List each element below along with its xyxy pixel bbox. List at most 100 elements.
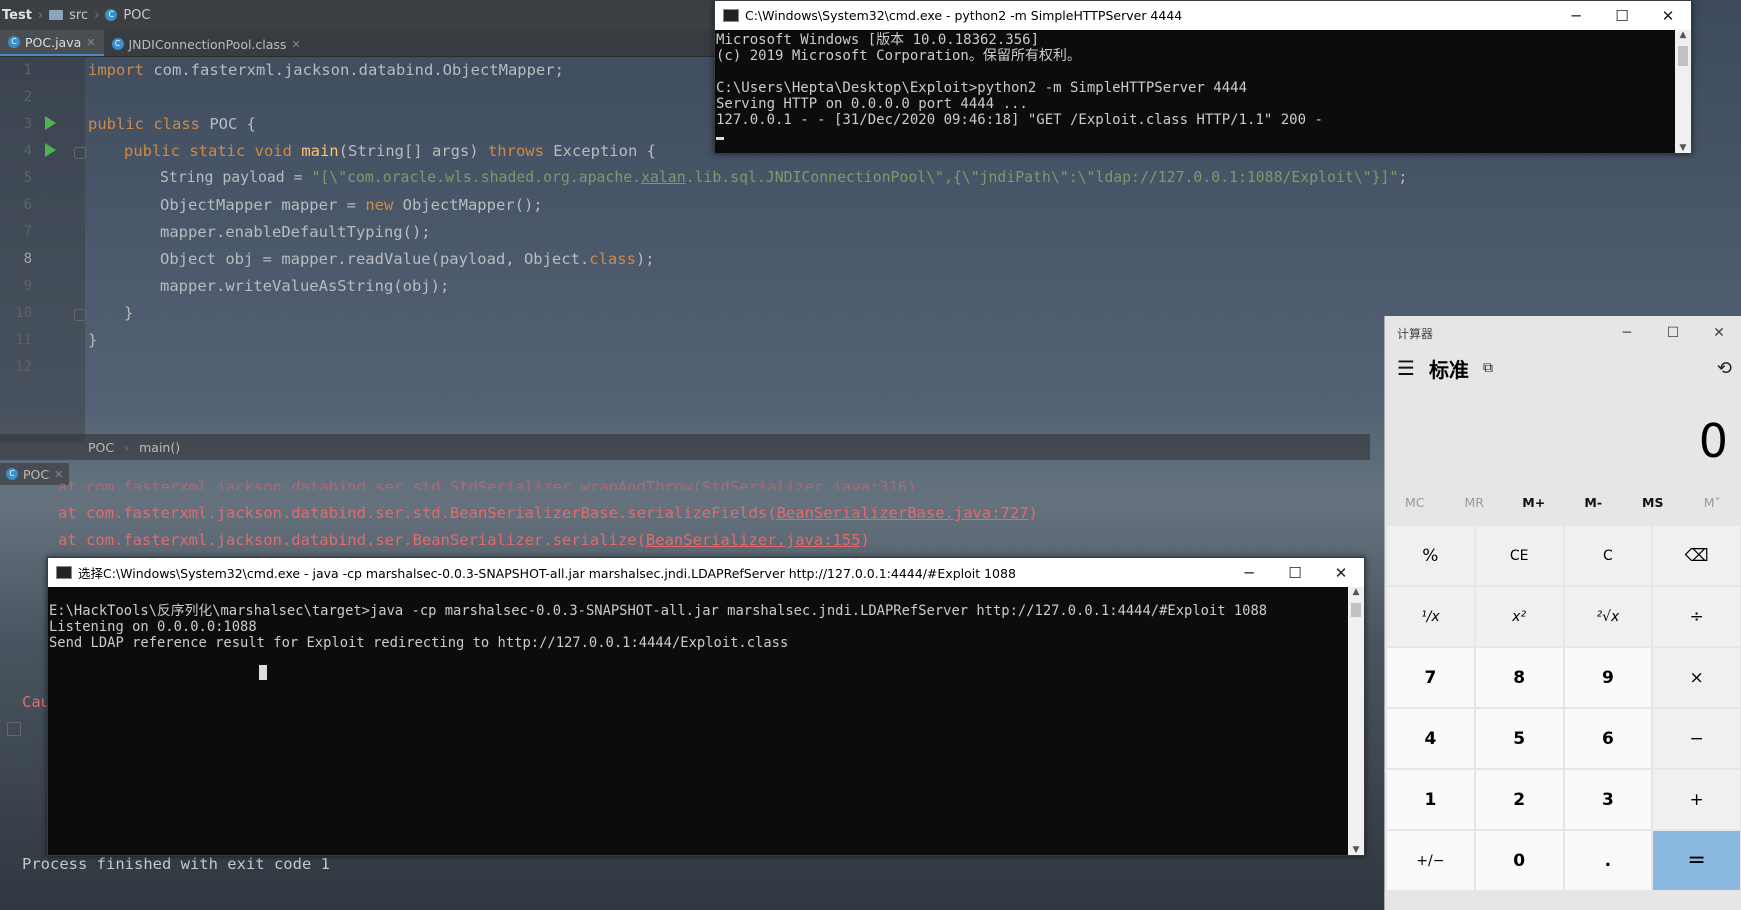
code-line-10[interactable]: } — [124, 304, 133, 322]
code-line-9[interactable]: mapper.writeValueAsString(obj); — [160, 277, 449, 295]
minimize-icon[interactable]: ─ — [1553, 7, 1599, 25]
code-line-3[interactable]: public class POC { — [88, 115, 256, 133]
scroll-thumb[interactable] — [1351, 603, 1361, 617]
digit-7-button[interactable]: 7 — [1387, 648, 1474, 707]
expand-icon[interactable] — [7, 722, 21, 736]
close-icon[interactable]: ✕ — [1645, 7, 1691, 25]
minimize-icon[interactable]: ─ — [1604, 325, 1650, 341]
console-caused-by: Cau — [22, 693, 50, 711]
code-line-8[interactable]: Object obj = mapper.readValue(payload, O… — [160, 250, 655, 268]
minimize-icon[interactable]: ─ — [1226, 564, 1272, 582]
code-text: ObjectMapper(); — [393, 196, 543, 214]
editor-tab-bar: C POC.java ✕ C JNDIConnectionPool.class … — [0, 30, 715, 57]
square-button[interactable]: x² — [1475, 587, 1563, 646]
code-line-7[interactable]: mapper.enableDefaultTyping(); — [160, 223, 431, 241]
digit-4-button[interactable]: 4 — [1387, 709, 1474, 768]
add-button[interactable]: + — [1653, 770, 1740, 829]
breadcrumb-method[interactable]: main() — [139, 440, 180, 455]
tab-poc-java[interactable]: C POC.java ✕ — [0, 30, 104, 56]
scroll-thumb[interactable] — [1678, 46, 1688, 66]
memory-recall-button[interactable]: MR — [1445, 495, 1505, 510]
clear-button[interactable]: C — [1564, 526, 1652, 585]
code-line-11[interactable]: } — [88, 331, 97, 349]
decimal-button[interactable]: . — [1564, 831, 1652, 890]
run-class-icon[interactable] — [45, 116, 56, 130]
maximize-icon[interactable]: ☐ — [1650, 325, 1696, 341]
percent-button[interactable]: % — [1387, 526, 1474, 585]
calculator-title: 计算器 — [1397, 326, 1434, 341]
nav-file[interactable]: POC — [123, 8, 150, 23]
cmd-window-ldap-server[interactable]: 选择C:\Windows\System32\cmd.exe - java -cp… — [47, 557, 1365, 856]
scroll-up-icon[interactable]: ▲ — [1348, 587, 1364, 597]
cmd-titlebar[interactable]: 选择C:\Windows\System32\cmd.exe - java -cp… — [48, 558, 1364, 587]
cmd-output[interactable]: Microsoft Windows [版本 10.0.18362.356] (c)… — [715, 30, 1691, 144]
console-stack-line: at com.fasterxml.jackson.databind.ser.Be… — [58, 531, 870, 549]
code-line-6[interactable]: ObjectMapper mapper = new ObjectMapper()… — [160, 196, 543, 214]
negate-button[interactable]: +/− — [1387, 831, 1474, 890]
cmd-line: E:\HackTools\反序列化\marshalsec\target>java… — [49, 603, 1268, 619]
memory-clear-button[interactable]: MC — [1385, 495, 1445, 510]
digit-6-button[interactable]: 6 — [1564, 709, 1652, 768]
nav-folder[interactable]: src — [69, 8, 88, 23]
cmd-icon — [723, 9, 739, 22]
maximize-icon[interactable]: ☐ — [1599, 7, 1645, 25]
code-line-5[interactable]: String payload = "[\"com.oracle.wls.shad… — [160, 169, 1407, 186]
console-source-link[interactable]: BeanSerializerBase.java:727 — [777, 504, 1029, 522]
navigation-bar: Test › src › C POC — [0, 0, 722, 30]
maximize-icon[interactable]: ☐ — [1272, 564, 1318, 582]
memory-add-button[interactable]: M+ — [1504, 495, 1564, 510]
close-icon[interactable]: ✕ — [291, 38, 300, 51]
cmd-output[interactable]: E:\HackTools\反序列化\marshalsec\target>java… — [48, 587, 1364, 684]
digit-2-button[interactable]: 2 — [1475, 770, 1563, 829]
close-icon[interactable]: ✕ — [1318, 564, 1364, 582]
hamburger-menu-icon[interactable]: ☰ — [1397, 356, 1415, 380]
line-number: 12 — [15, 359, 32, 375]
digit-3-button[interactable]: 3 — [1564, 770, 1652, 829]
memory-subtract-button[interactable]: M- — [1564, 495, 1624, 510]
calculator-window[interactable]: 计算器 ─ ☐ ✕ ☰ 标准 ⧉ ⟲ 0 MC MR M+ M- MS M˅ %… — [1384, 316, 1741, 910]
cmd-titlebar[interactable]: C:\Windows\System32\cmd.exe - python2 -m… — [715, 1, 1691, 30]
cmd-line: Microsoft Windows [版本 10.0.18362.356] — [716, 32, 1040, 48]
keep-on-top-icon[interactable]: ⧉ — [1483, 360, 1493, 376]
digit-1-button[interactable]: 1 — [1387, 770, 1474, 829]
calculator-titlebar[interactable]: 计算器 ─ ☐ ✕ — [1385, 316, 1741, 350]
subtract-button[interactable]: − — [1653, 709, 1740, 768]
fold-icon[interactable] — [74, 147, 86, 159]
reciprocal-button[interactable]: ¹/x — [1387, 587, 1474, 646]
equals-button[interactable]: = — [1653, 831, 1740, 890]
tab-jndi-connection-pool[interactable]: C JNDIConnectionPool.class ✕ — [104, 32, 309, 56]
folder-icon — [49, 10, 64, 20]
cmd-window-http-server[interactable]: C:\Windows\System32\cmd.exe - python2 -m… — [714, 0, 1692, 154]
scrollbar[interactable]: ▲ ▼ — [1675, 30, 1691, 153]
history-icon[interactable]: ⟲ — [1717, 358, 1732, 379]
digit-0-button[interactable]: 0 — [1475, 831, 1563, 890]
memory-list-button[interactable]: M˅ — [1683, 495, 1741, 510]
memory-store-button[interactable]: MS — [1623, 495, 1683, 510]
code-line-4[interactable]: public static void main(String[] args) t… — [124, 142, 656, 160]
nav-separator: › — [37, 7, 44, 23]
scroll-down-icon[interactable]: ▼ — [1348, 845, 1364, 855]
code-line-1[interactable]: import com.fasterxml.jackson.databind.Ob… — [88, 61, 564, 79]
clear-entry-button[interactable]: CE — [1475, 526, 1563, 585]
scrollbar[interactable]: ▲ ▼ — [1348, 587, 1364, 855]
nav-project[interactable]: Test — [2, 8, 32, 23]
divide-button[interactable]: ÷ — [1653, 587, 1740, 646]
fold-icon[interactable] — [74, 309, 86, 321]
square-root-button[interactable]: ²√x — [1564, 587, 1652, 646]
code-keyword: class — [589, 250, 636, 268]
digit-9-button[interactable]: 9 — [1564, 648, 1652, 707]
multiply-button[interactable]: × — [1653, 648, 1740, 707]
run-tab-label: POC — [23, 466, 50, 482]
line-number: 9 — [23, 278, 32, 294]
breadcrumb-class[interactable]: POC — [88, 440, 114, 455]
backspace-button[interactable]: ⌫ — [1653, 526, 1740, 585]
scroll-up-icon[interactable]: ▲ — [1675, 30, 1691, 40]
digit-5-button[interactable]: 5 — [1475, 709, 1563, 768]
console-source-link[interactable]: BeanSerializer.java:155 — [646, 531, 861, 549]
close-icon[interactable]: ✕ — [1696, 325, 1741, 341]
tab-label: JNDIConnectionPool.class — [128, 36, 287, 52]
scroll-down-icon[interactable]: ▼ — [1675, 143, 1691, 153]
close-icon[interactable]: ✕ — [86, 36, 95, 49]
digit-8-button[interactable]: 8 — [1475, 648, 1563, 707]
run-main-icon[interactable] — [45, 143, 56, 157]
